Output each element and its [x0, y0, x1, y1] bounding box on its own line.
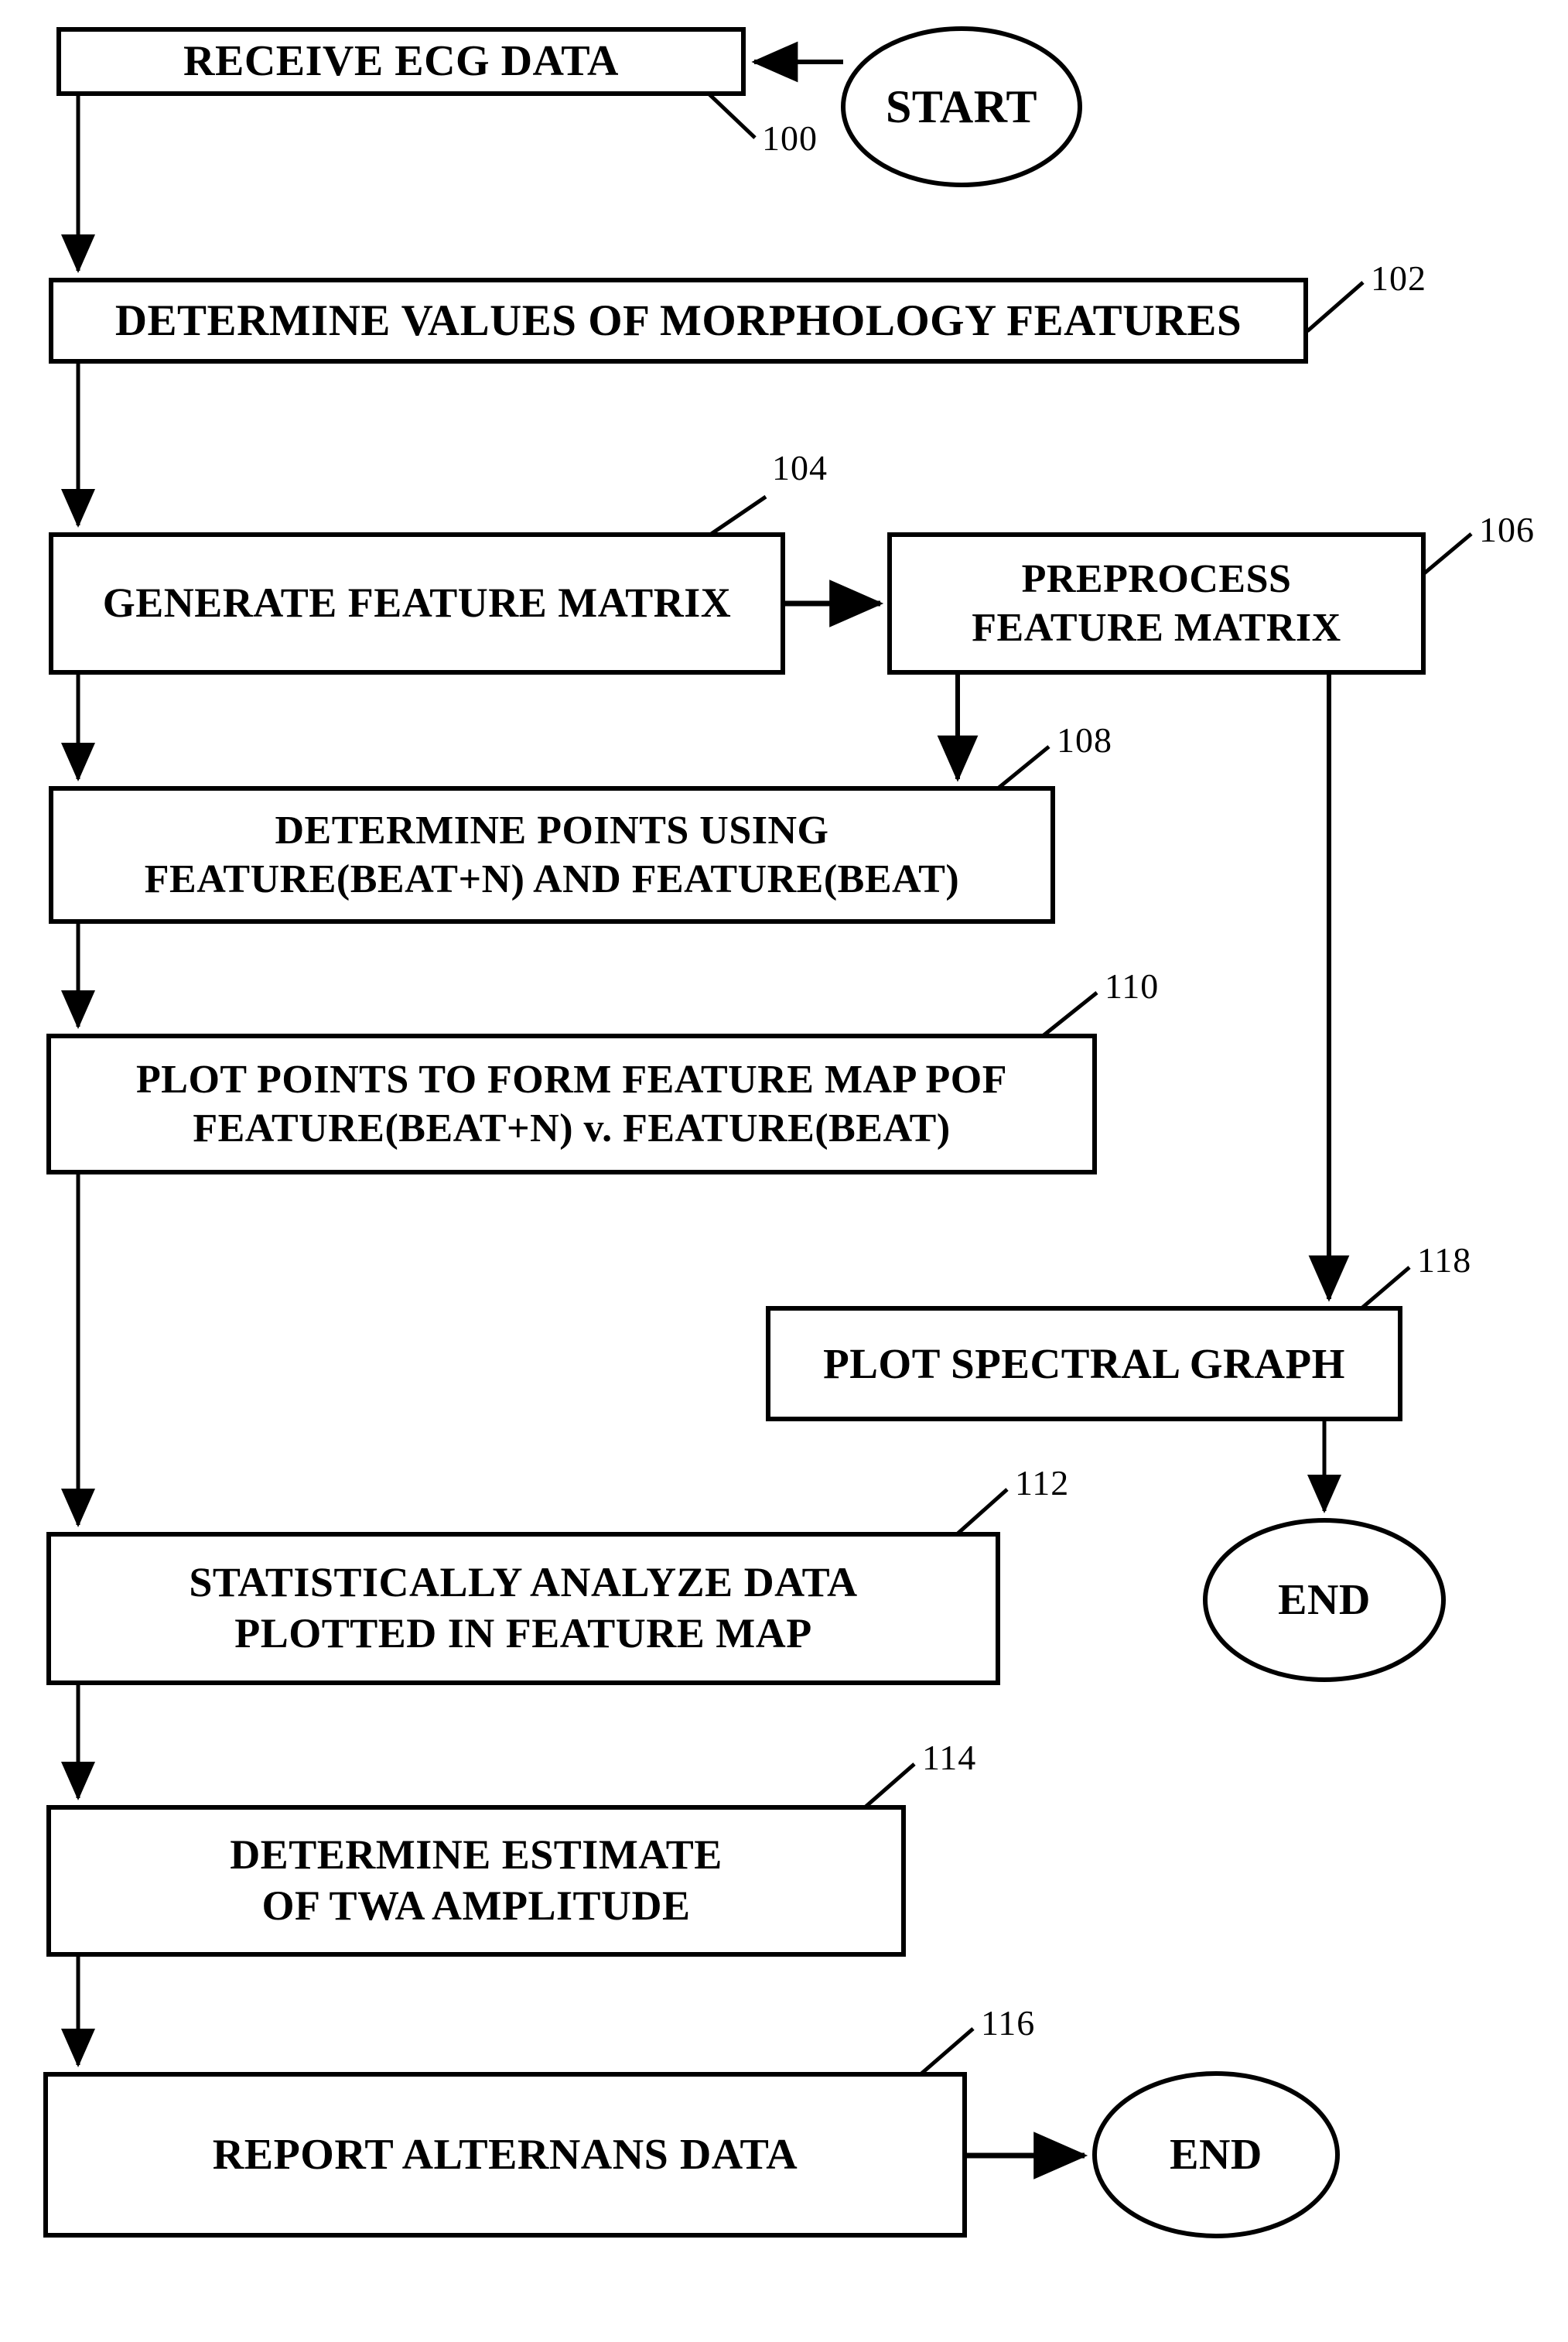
flowchart-canvas	[43, 26, 1473, 2238]
ref-number-106: 106	[1479, 510, 1535, 549]
flowchart-page: START RECEIVE ECG DATA DETERMINE VALUES …	[0, 0, 1568, 2342]
leader-line-102	[1306, 281, 1365, 333]
node-118-shape	[766, 1306, 1402, 1421]
node-104-shape	[49, 532, 785, 675]
ref-number-104: 104	[772, 448, 828, 487]
node-114-shape	[46, 1805, 906, 1957]
leader-line-116	[919, 2027, 975, 2076]
leader-line-110	[1041, 991, 1098, 1038]
node-106-shape	[887, 532, 1426, 675]
node-112-shape	[46, 1532, 1000, 1685]
leader-line-112	[955, 1488, 1009, 1536]
node-108-shape	[49, 786, 1055, 924]
node-end-spectral-shape	[1203, 1518, 1446, 1682]
leader-line-108	[996, 745, 1050, 790]
ref-number-110: 110	[1105, 966, 1160, 1006]
node-100-shape	[56, 27, 746, 96]
leader-line-104	[709, 494, 767, 537]
node-116-shape	[43, 2072, 967, 2238]
leader-line-118	[1360, 1266, 1411, 1310]
ref-number-100: 100	[762, 118, 818, 158]
ref-number-108: 108	[1057, 720, 1112, 760]
node-start-shape	[841, 26, 1082, 187]
leader-line-114	[863, 1762, 916, 1809]
ref-number-116: 116	[981, 2003, 1036, 2043]
node-end-report-shape	[1092, 2071, 1340, 2238]
leader-line-100	[707, 92, 757, 139]
node-110-shape	[46, 1034, 1097, 1174]
leader-line-106	[1422, 532, 1473, 576]
ref-number-102: 102	[1371, 258, 1426, 298]
ref-number-118: 118	[1417, 1240, 1472, 1280]
ref-number-112: 112	[1015, 1463, 1070, 1503]
node-102-shape	[49, 278, 1308, 364]
ref-number-114: 114	[922, 1738, 977, 1777]
